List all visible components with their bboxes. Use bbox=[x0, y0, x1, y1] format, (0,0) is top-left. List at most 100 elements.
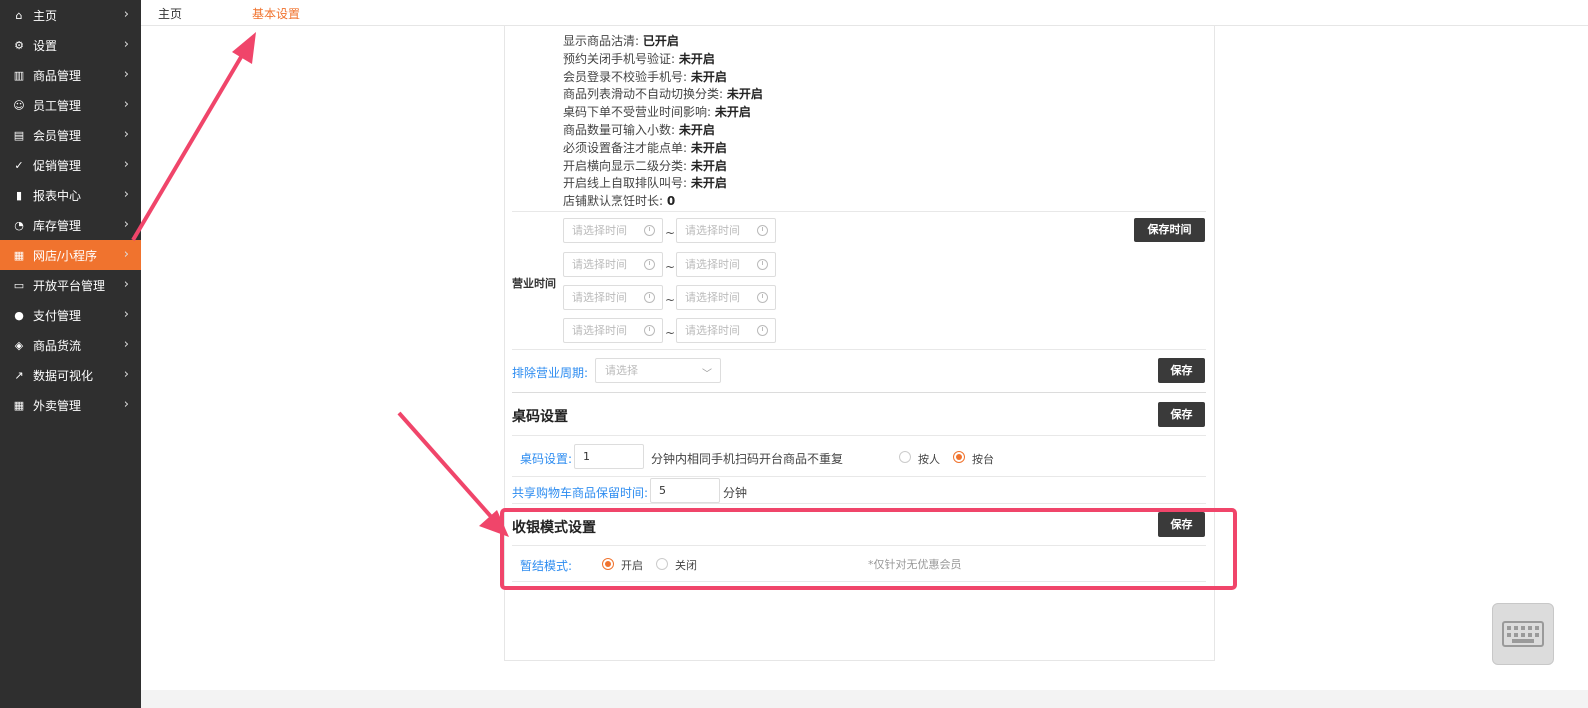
sidebar-item-11[interactable]: ◈ 商品货流 › bbox=[0, 330, 141, 360]
time-picker-placeholder: 请选择时间 bbox=[572, 324, 627, 337]
sidebar-item-9[interactable]: ▭ 开放平台管理 › bbox=[0, 270, 141, 300]
time-picker-start[interactable]: 请选择时间 bbox=[563, 252, 663, 277]
setting-status-line: 店铺默认烹饪时长: 0 bbox=[563, 192, 675, 209]
save-exclude-period-button[interactable]: 保存 bbox=[1158, 358, 1205, 383]
setting-key: 桌码下单不受营业时间影响: bbox=[563, 105, 715, 120]
sidebar-item-12[interactable]: ↗ 数据可视化 › bbox=[0, 360, 141, 390]
setting-key: 店铺默认烹饪时长: bbox=[563, 194, 667, 209]
exclude-period-label: 排除营业周期: bbox=[512, 366, 589, 380]
time-picker-placeholder: 请选择时间 bbox=[572, 224, 627, 237]
clock-icon bbox=[644, 259, 655, 270]
time-picker-placeholder: 请选择时间 bbox=[685, 291, 740, 304]
clock-icon bbox=[644, 325, 655, 336]
time-picker-end[interactable]: 请选择时间 bbox=[676, 318, 776, 343]
cube-icon: ◈ bbox=[14, 338, 24, 352]
chevron-right-icon: › bbox=[123, 37, 129, 52]
sidebar-item-7[interactable]: ◔ 库存管理 › bbox=[0, 210, 141, 240]
time-picker-start[interactable]: 请选择时间 bbox=[563, 218, 663, 243]
setting-status-line: 桌码下单不受营业时间影响: 未开启 bbox=[563, 103, 751, 120]
sidebar-item-5[interactable]: ✓ 促销管理 › bbox=[0, 150, 141, 180]
sidebar-item-13[interactable]: ▦ 外卖管理 › bbox=[0, 390, 141, 420]
divider bbox=[512, 435, 1206, 436]
exclude-period-placeholder: 请选择 bbox=[605, 364, 638, 377]
barcode-icon: ▥ bbox=[13, 68, 25, 82]
setting-value: 未开启 bbox=[690, 158, 727, 173]
chevron-right-icon: › bbox=[123, 367, 129, 382]
time-picker-start[interactable]: 请选择时间 bbox=[563, 318, 663, 343]
setting-value: 未开启 bbox=[678, 123, 715, 137]
home-icon: ⌂ bbox=[15, 8, 23, 22]
setting-status-line: 显示商品沽清: 已开启 bbox=[563, 32, 679, 49]
tab-home[interactable]: 主页 bbox=[158, 5, 182, 22]
setting-status-line: 开启横向显示二级分类: 未开启 bbox=[563, 157, 727, 174]
shared-cart-suffix: 分钟 bbox=[723, 486, 748, 500]
divider bbox=[512, 392, 1206, 393]
chevron-right-icon: › bbox=[123, 127, 129, 142]
time-picker-end[interactable]: 请选择时间 bbox=[676, 252, 776, 277]
clock-icon bbox=[757, 325, 768, 336]
sidebar-item-10[interactable]: ● 支付管理 › bbox=[0, 300, 141, 330]
sidebar-item-4[interactable]: ▤ 会员管理 › bbox=[0, 120, 141, 150]
setting-value: 未开启 bbox=[690, 69, 727, 84]
setting-status-line: 商品数量可输入小数: 未开启 bbox=[563, 121, 715, 138]
keyboard-icon bbox=[1502, 621, 1544, 647]
sidebar-item-1[interactable]: ⚙ 设置 › bbox=[0, 30, 141, 60]
setting-status-line: 预约关闭手机号验证: 未开启 bbox=[563, 50, 715, 67]
sidebar: ⌂ 主页 › ⚙ 设置 › ▥ 商品管理 › ☺ 员工管理 › ▤ 会员管理 › ✓ 促销管理 › ▮ 报表中心 › ◔ 库… bbox=[0, 0, 141, 708]
save-table-code-button[interactable]: 保存 bbox=[1158, 402, 1205, 427]
setting-key: 开启横向显示二级分类: bbox=[563, 158, 691, 173]
radio-by-table-label: 按台 bbox=[972, 453, 994, 466]
pie-chart-icon: ◔ bbox=[14, 218, 24, 232]
setting-key: 会员登录不校验手机号: bbox=[563, 69, 691, 84]
divider bbox=[512, 211, 1206, 212]
table-code-minutes-input[interactable]: 1 bbox=[574, 444, 644, 469]
chevron-right-icon: › bbox=[123, 337, 129, 352]
sidebar-item-2[interactable]: ▥ 商品管理 › bbox=[0, 60, 141, 90]
divider bbox=[512, 349, 1206, 350]
time-picker-end[interactable]: 请选择时间 bbox=[676, 218, 776, 243]
shop-icon: ▦ bbox=[13, 248, 25, 262]
shared-cart-minutes-input[interactable]: 5 bbox=[650, 478, 720, 503]
chevron-right-icon: › bbox=[123, 157, 129, 172]
sidebar-item-0[interactable]: ⌂ 主页 › bbox=[0, 0, 141, 30]
chevron-right-icon: › bbox=[123, 277, 129, 292]
setting-key: 商品列表滑动不自动切换分类: bbox=[563, 87, 727, 102]
exclude-period-select[interactable]: 请选择 ﹀ bbox=[595, 358, 721, 383]
setting-status-line: 开启线上自取排队叫号: 未开启 bbox=[563, 174, 727, 191]
setting-key: 预约关闭手机号验证: bbox=[563, 51, 679, 66]
time-picker-end[interactable]: 请选择时间 bbox=[676, 285, 776, 310]
check-circle-icon: ✓ bbox=[14, 158, 24, 172]
setting-key: 显示商品沽清: bbox=[563, 34, 643, 48]
table-code-section-title: 桌码设置 bbox=[512, 409, 568, 425]
time-picker-start[interactable]: 请选择时间 bbox=[563, 285, 663, 310]
setting-value: 未开启 bbox=[726, 87, 763, 102]
table-code-suffix: 分钟内相同手机扫码开台商品不重复 bbox=[651, 452, 844, 466]
tab-basic-settings[interactable]: 基本设置 bbox=[252, 5, 300, 22]
setting-value: 未开启 bbox=[690, 140, 727, 155]
radio-by-table[interactable] bbox=[953, 451, 965, 463]
sidebar-item-8[interactable]: ▦ 网店/小程序 › bbox=[0, 240, 141, 270]
user-icon: ☺ bbox=[13, 98, 25, 112]
gear-icon: ⚙ bbox=[14, 38, 24, 52]
chevron-right-icon: › bbox=[123, 397, 129, 412]
save-time-button[interactable]: 保存时间 bbox=[1134, 218, 1205, 242]
time-range-separator: ~ bbox=[665, 326, 676, 340]
sidebar-item-6[interactable]: ▮ 报表中心 › bbox=[0, 180, 141, 210]
sidebar-item-3[interactable]: ☺ 员工管理 › bbox=[0, 90, 141, 120]
time-picker-placeholder: 请选择时间 bbox=[572, 291, 627, 304]
time-range-separator: ~ bbox=[665, 293, 676, 307]
time-picker-placeholder: 请选择时间 bbox=[572, 258, 627, 271]
setting-value: 未开启 bbox=[690, 176, 727, 191]
time-picker-placeholder: 请选择时间 bbox=[685, 324, 740, 337]
floating-keyboard-button[interactable] bbox=[1492, 603, 1554, 665]
setting-value: 未开启 bbox=[714, 105, 751, 120]
radio-by-person[interactable] bbox=[899, 451, 911, 463]
setting-value: 已开启 bbox=[642, 34, 679, 48]
monitor-icon: ▭ bbox=[13, 278, 25, 292]
setting-status-line: 必须设置备注才能点单: 未开启 bbox=[563, 139, 727, 156]
time-range-separator: ~ bbox=[665, 226, 676, 240]
chevron-right-icon: › bbox=[123, 7, 129, 22]
time-picker-placeholder: 请选择时间 bbox=[685, 224, 740, 237]
clock-icon bbox=[644, 225, 655, 236]
store-icon: ▦ bbox=[13, 398, 25, 412]
